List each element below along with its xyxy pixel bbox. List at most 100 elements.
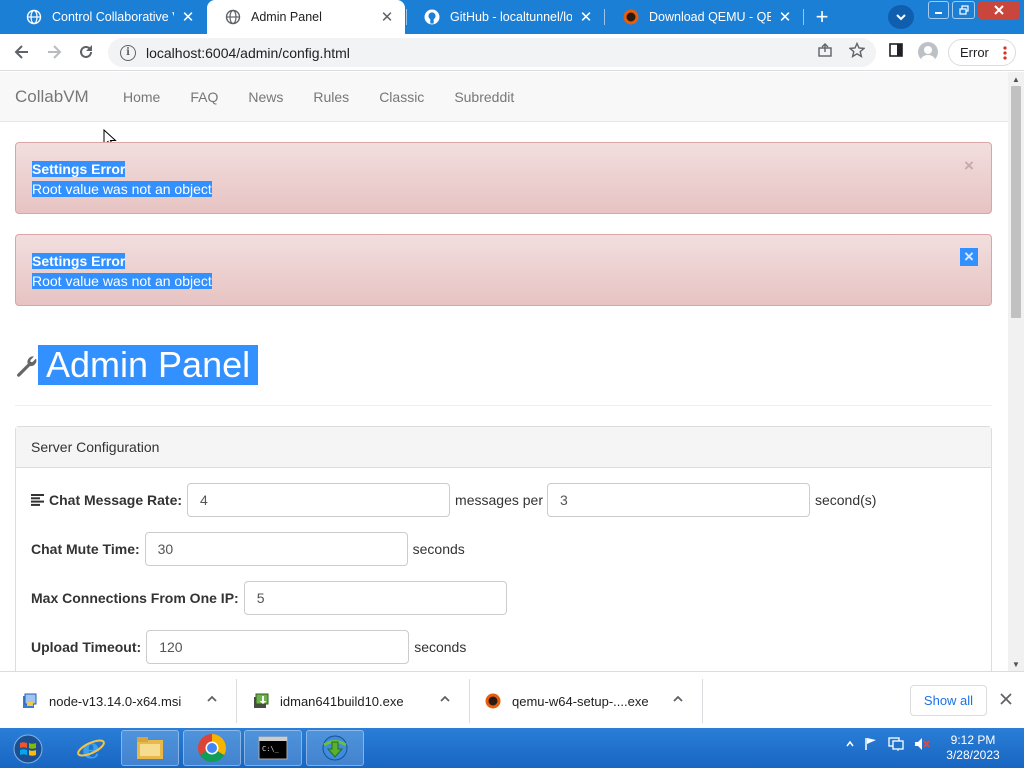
alert-title: Settings Error — [32, 161, 126, 177]
minimize-button[interactable] — [928, 1, 949, 19]
close-download-bar-button[interactable] — [996, 689, 1016, 709]
max-connections-input[interactable] — [243, 581, 507, 615]
close-icon — [994, 5, 1004, 15]
taskbar-internet-explorer[interactable]: e — [62, 730, 120, 766]
tab-title: Download QEMU - QEMU — [649, 10, 771, 24]
minimize-icon — [935, 11, 942, 14]
tab-download-qemu[interactable]: Download QEMU - QEMU ✕ — [605, 0, 803, 34]
show-hidden-icons-icon[interactable] — [846, 740, 854, 748]
page-scrollbar[interactable]: ▲ ▼ — [1008, 72, 1024, 671]
download-separator — [702, 679, 703, 723]
taskbar-idm[interactable] — [306, 730, 364, 766]
site-navbar: CollabVM Home FAQ News Rules Classic Sub… — [0, 72, 1008, 122]
mute-time-label: Chat Mute Time: — [31, 541, 140, 557]
address-bar[interactable]: i localhost:6004/admin/config.html — [108, 38, 876, 67]
download-filename: node-v13.14.0-x64.msi — [49, 693, 182, 709]
taskbar-clock[interactable]: 9:12 PM 3/28/2023 — [940, 733, 1006, 763]
chat-rate-seconds-input[interactable] — [546, 483, 810, 517]
kebab-menu-icon — [1003, 46, 1007, 60]
close-alert-icon[interactable]: × — [960, 247, 978, 266]
scroll-up-icon[interactable]: ▲ — [1008, 72, 1024, 86]
tab-control-collabvm[interactable]: Control Collaborative Virtual Machines ✕ — [8, 0, 206, 34]
nav-news[interactable]: News — [233, 72, 298, 122]
mute-time-unit-text: seconds — [412, 541, 465, 557]
close-tab-icon[interactable]: ✕ — [379, 9, 395, 26]
profile-error-button[interactable]: Error — [948, 39, 1016, 66]
download-filename: idman641build10.exe — [280, 693, 404, 709]
qemu-icon — [485, 693, 501, 709]
nav-home[interactable]: Home — [108, 72, 175, 122]
settings-error-alert: Settings Error Root value was not an obj… — [15, 234, 992, 306]
reload-icon — [80, 45, 92, 58]
tab-title: Control Collaborative Virtual Machines — [52, 10, 174, 24]
restore-button[interactable] — [952, 1, 975, 19]
tab-title: GitHub - localtunnel/localtunnel — [450, 10, 572, 24]
back-button[interactable] — [8, 38, 36, 66]
chevron-up-icon[interactable] — [206, 693, 218, 705]
wrench-icon — [17, 356, 37, 377]
file-explorer-icon — [137, 737, 163, 759]
upload-timeout-row: Upload Timeout: seconds — [31, 630, 466, 664]
nav-faq[interactable]: FAQ — [175, 72, 233, 122]
download-item[interactable]: idman641build10.exe — [231, 679, 469, 723]
page-viewport: CollabVM Home FAQ News Rules Classic Sub… — [0, 72, 1008, 671]
site-info-icon[interactable]: i — [120, 44, 136, 61]
nav-classic[interactable]: Classic — [364, 72, 439, 122]
alert-title: Settings Error — [32, 253, 126, 269]
chevron-up-icon[interactable] — [672, 693, 684, 705]
nav-subreddit[interactable]: Subreddit — [439, 72, 529, 122]
chat-rate-count-input[interactable] — [187, 483, 451, 517]
windows-taskbar: e C:\_ 9:12 PM 3/28/2023 — [0, 728, 1024, 768]
volume-muted-icon[interactable] — [914, 737, 930, 751]
clock-time: 9:12 PM — [950, 733, 996, 747]
tab-separator — [604, 9, 605, 25]
new-tab-button[interactable]: + — [808, 4, 836, 30]
chevron-up-icon[interactable] — [439, 693, 451, 705]
mute-time-input[interactable] — [144, 532, 408, 566]
site-brand[interactable]: CollabVM — [15, 87, 89, 107]
chat-rate-unit-text: second(s) — [814, 492, 877, 508]
idm-icon — [322, 735, 348, 761]
bookmark-star-icon[interactable] — [847, 40, 867, 60]
windows-logo-icon — [13, 734, 43, 764]
download-item[interactable]: qemu-w64-setup-....exe — [463, 679, 701, 723]
msi-installer-icon — [23, 693, 37, 708]
reload-button[interactable] — [72, 38, 100, 66]
forward-button[interactable] — [40, 38, 68, 66]
close-tab-icon[interactable]: ✕ — [578, 9, 594, 26]
tab-search-button[interactable] — [888, 5, 914, 29]
upload-timeout-unit-text: seconds — [414, 639, 467, 655]
download-item[interactable]: node-v13.14.0-x64.msi — [0, 679, 236, 723]
side-panel-icon[interactable] — [886, 40, 906, 60]
start-button[interactable] — [6, 732, 50, 766]
close-alert-icon[interactable]: × — [960, 156, 978, 175]
scrollbar-thumb[interactable] — [1011, 86, 1021, 318]
url-text: localhost:6004/admin/config.html — [146, 44, 350, 61]
nav-rules[interactable]: Rules — [298, 72, 364, 122]
svg-text:e: e — [82, 733, 100, 763]
max-connections-label: Max Connections From One IP: — [31, 590, 239, 606]
arrow-right-icon — [48, 45, 62, 59]
close-tab-icon[interactable]: ✕ — [777, 9, 793, 26]
restore-icon — [958, 5, 969, 15]
close-tab-icon[interactable]: ✕ — [180, 9, 196, 26]
tab-title: Admin Panel — [251, 10, 322, 24]
internet-explorer-icon: e — [77, 733, 105, 763]
close-window-button[interactable] — [978, 1, 1020, 19]
network-icon[interactable] — [888, 737, 904, 751]
share-icon[interactable] — [815, 40, 835, 60]
action-center-flag-icon[interactable] — [864, 737, 878, 751]
taskbar-command-prompt[interactable]: C:\_ — [244, 730, 302, 766]
scroll-down-icon[interactable]: ▼ — [1008, 657, 1024, 671]
taskbar-chrome[interactable] — [183, 730, 241, 766]
upload-timeout-input[interactable] — [146, 630, 410, 664]
settings-error-alert: Settings Error Root value was not an obj… — [15, 142, 992, 214]
profile-avatar-icon[interactable] — [918, 42, 938, 62]
tab-github-localtunnel[interactable]: GitHub - localtunnel/localtunnel ✕ — [406, 0, 604, 34]
server-config-panel: Server Configuration Chat Message Rate: … — [15, 426, 992, 671]
mute-time-row: Chat Mute Time: seconds — [31, 532, 465, 566]
taskbar-file-explorer[interactable] — [121, 730, 179, 766]
show-all-downloads-button[interactable]: Show all — [910, 685, 987, 716]
tab-admin-panel[interactable]: Admin Panel ✕ — [207, 0, 405, 34]
svg-text:C:\_: C:\_ — [262, 745, 280, 753]
